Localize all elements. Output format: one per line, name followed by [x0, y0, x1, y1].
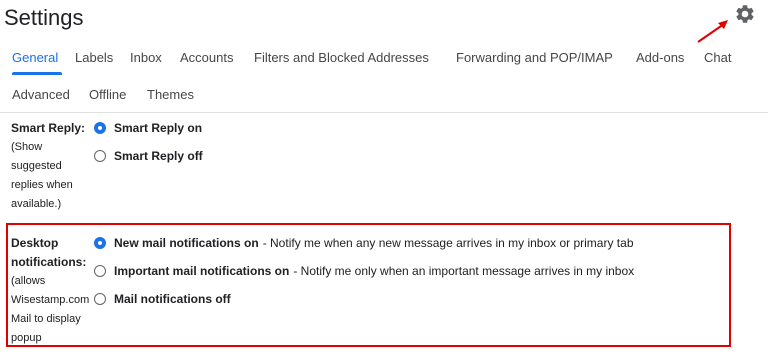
annotation-arrow	[697, 20, 728, 43]
tab-offline[interactable]: Offline	[89, 87, 126, 102]
tab-add-ons[interactable]: Add-ons	[636, 50, 684, 65]
mail-notifications-off-radio[interactable]	[94, 293, 106, 305]
tabs-divider	[0, 112, 768, 113]
option-detail: - Notify me when any new message arrives…	[262, 236, 634, 250]
option-label: Important mail notifications on	[114, 264, 290, 278]
tab-advanced[interactable]: Advanced	[12, 87, 70, 102]
tab-general[interactable]: General	[12, 50, 58, 65]
new-mail-notifications-radio[interactable]	[94, 237, 106, 249]
smart-reply-off-radio[interactable]	[94, 150, 106, 162]
desktop-notifications-label: Desktop notifications:	[11, 236, 87, 269]
smart-reply-off-option[interactable]: Smart Reply off	[94, 146, 203, 166]
active-tab-indicator	[12, 72, 62, 75]
mail-notifications-off-option[interactable]: Mail notifications off	[94, 289, 231, 309]
tab-inbox[interactable]: Inbox	[130, 50, 162, 65]
option-label: Mail notifications off	[114, 292, 231, 306]
tab-chat[interactable]: Chat	[704, 50, 731, 65]
smart-reply-label: Smart Reply:	[11, 121, 86, 135]
option-label: Smart Reply on	[114, 121, 203, 135]
tab-labels[interactable]: Labels	[75, 50, 113, 65]
new-mail-notifications-option[interactable]: New mail notifications on - Notify me wh…	[94, 233, 634, 253]
option-detail: - Notify me only when an important messa…	[293, 264, 635, 278]
tab-filters-and-blocked-addresses[interactable]: Filters and Blocked Addresses	[254, 50, 429, 65]
tab-themes[interactable]: Themes	[147, 87, 194, 102]
smart-reply-on-radio[interactable]	[94, 122, 106, 134]
desktop-notifications-description: (allows Wisestamp.com Mail to display po…	[11, 275, 90, 344]
option-label: Smart Reply off	[114, 149, 203, 163]
smart-reply-on-option[interactable]: Smart Reply on	[94, 118, 202, 138]
page-title: Settings	[4, 5, 84, 30]
important-mail-notifications-option[interactable]: Important mail notifications on - Notify…	[94, 261, 634, 281]
option-label: New mail notifications on	[114, 236, 259, 250]
smart-reply-description: (Show suggested replies when available.)	[11, 141, 73, 210]
gear-icon[interactable]	[734, 3, 756, 25]
tab-accounts[interactable]: Accounts	[180, 50, 233, 65]
tab-forwarding-and-pop-imap[interactable]: Forwarding and POP/IMAP	[456, 50, 613, 65]
important-mail-notifications-radio[interactable]	[94, 265, 106, 277]
